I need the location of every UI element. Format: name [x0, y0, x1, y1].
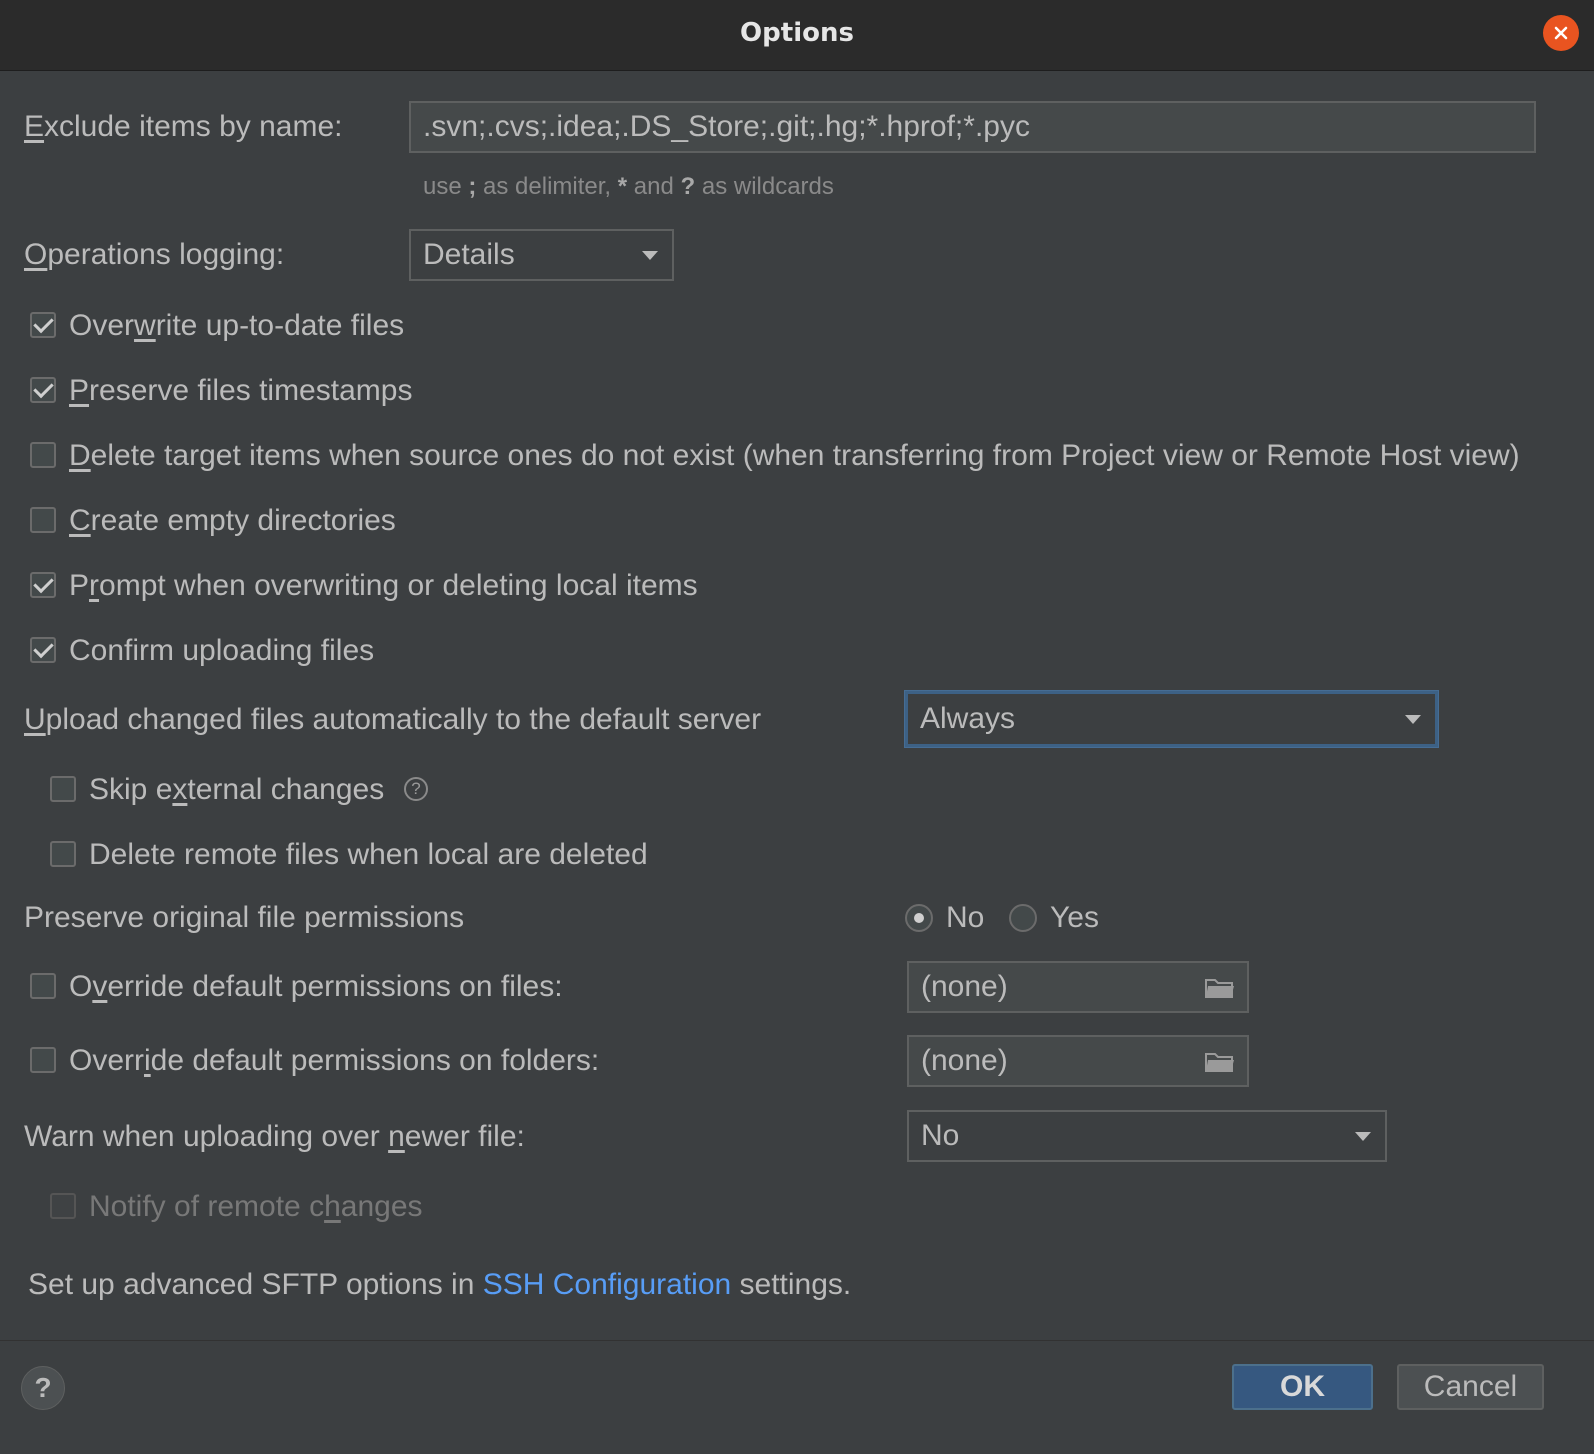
ok-button[interactable]: OK	[1232, 1364, 1373, 1410]
chevron-down-icon	[642, 251, 658, 260]
delete-remote-checkbox[interactable]	[50, 841, 76, 867]
skip-external-label: Skip external changes	[89, 773, 385, 806]
preserve-permissions-label: Preserve original file permissions	[24, 901, 465, 934]
cancel-button[interactable]: Cancel	[1397, 1364, 1544, 1410]
override-folders-checkbox[interactable]	[30, 1047, 56, 1073]
override-files-value: (none)	[921, 970, 1008, 1003]
override-files-input[interactable]: (none)	[907, 961, 1249, 1013]
sftp-note: Set up advanced SFTP options in SSH Conf…	[28, 1268, 852, 1301]
override-folders-input[interactable]: (none)	[907, 1035, 1249, 1087]
override-folders-value: (none)	[921, 1044, 1008, 1077]
operations-logging-select[interactable]: Details	[409, 229, 674, 281]
check-icon	[32, 312, 54, 333]
exclude-items-hint: use ; as delimiter, * and ? as wildcards	[423, 173, 834, 200]
check-icon	[32, 377, 54, 398]
exclude-items-input[interactable]: .svn;.cvs;.idea;.DS_Store;.git;.hg;*.hpr…	[409, 101, 1536, 153]
create-empty-dirs-label: Create empty directories	[69, 504, 396, 537]
confirm-upload-checkbox[interactable]	[30, 637, 56, 663]
warn-newer-select[interactable]: No	[907, 1110, 1387, 1162]
override-files-label: Override default permissions on files:	[69, 970, 563, 1003]
title-bar: Options	[0, 0, 1594, 71]
folder-icon[interactable]	[1205, 1051, 1235, 1073]
preserve-timestamps-checkbox[interactable]	[30, 377, 56, 403]
delete-remote-label: Delete remote files when local are delet…	[89, 838, 648, 871]
operations-logging-label: Operations logging:	[24, 238, 285, 271]
delete-target-label: Delete target items when source ones do …	[69, 439, 1520, 472]
overwrite-checkbox[interactable]	[30, 312, 56, 338]
help-button[interactable]: ?	[21, 1366, 65, 1410]
chevron-down-icon	[1405, 715, 1421, 724]
preserve-timestamps-label: Preserve files timestamps	[69, 374, 413, 407]
operations-logging-value: Details	[423, 238, 515, 271]
close-icon	[1554, 26, 1568, 40]
notify-remote-checkbox	[50, 1193, 76, 1219]
check-icon	[32, 637, 54, 658]
permissions-no-label: No	[946, 901, 985, 934]
skip-external-checkbox[interactable]	[50, 776, 76, 802]
close-button[interactable]	[1543, 15, 1579, 51]
permissions-yes-label: Yes	[1050, 901, 1099, 934]
override-folders-label: Override default permissions on folders:	[69, 1044, 600, 1077]
delete-target-checkbox[interactable]	[30, 442, 56, 468]
ssh-configuration-link[interactable]: SSH Configuration	[483, 1268, 731, 1301]
footer-divider	[0, 1340, 1594, 1341]
override-files-checkbox[interactable]	[30, 973, 56, 999]
notify-remote-label: Notify of remote changes	[89, 1190, 423, 1223]
exclude-items-value: .svn;.cvs;.idea;.DS_Store;.git;.hg;*.hpr…	[423, 110, 1030, 143]
check-icon	[32, 572, 54, 593]
upload-auto-select[interactable]: Always	[905, 691, 1438, 747]
radio-dot-icon	[914, 913, 924, 923]
folder-icon[interactable]	[1205, 977, 1235, 999]
warn-newer-value: No	[921, 1119, 960, 1152]
upload-auto-value: Always	[920, 702, 1016, 735]
upload-auto-label: Upload changed files automatically to th…	[24, 703, 762, 736]
warn-newer-label: Warn when uploading over newer file:	[24, 1120, 525, 1153]
prompt-overwrite-label: Prompt when overwriting or deleting loca…	[69, 569, 698, 602]
exclude-items-label: Exclude items by name:	[24, 110, 343, 143]
permissions-yes-radio[interactable]	[1009, 904, 1037, 932]
confirm-upload-label: Confirm uploading files	[69, 634, 375, 667]
create-empty-dirs-checkbox[interactable]	[30, 507, 56, 533]
prompt-overwrite-checkbox[interactable]	[30, 572, 56, 598]
permissions-no-radio[interactable]	[905, 904, 933, 932]
chevron-down-icon	[1355, 1132, 1371, 1141]
help-question-icon[interactable]: ?	[404, 777, 428, 801]
overwrite-label: Overwrite up-to-date files	[69, 309, 405, 342]
dialog-title: Options	[740, 18, 854, 48]
